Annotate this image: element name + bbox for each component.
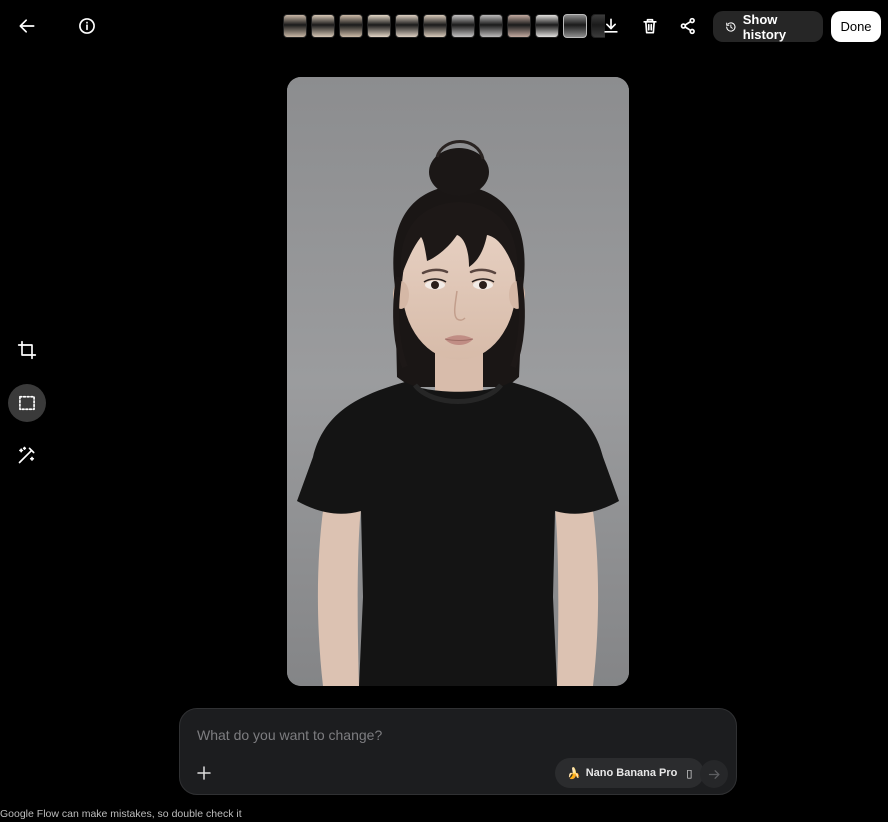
- arrow-left-icon: [19, 19, 35, 33]
- plus-icon: [197, 766, 211, 780]
- model-selector-button[interactable]: 🍌 Nano Banana Pro ▯: [555, 758, 705, 788]
- download-button[interactable]: [592, 7, 630, 45]
- add-attachment-button[interactable]: [191, 760, 217, 786]
- delete-button[interactable]: [631, 7, 669, 45]
- send-button[interactable]: [700, 760, 728, 788]
- history-thumbnail[interactable]: [367, 14, 391, 38]
- info-icon: [79, 18, 95, 34]
- share-button[interactable]: [669, 7, 707, 45]
- magic-edit-tool-button[interactable]: [8, 436, 46, 474]
- history-thumbnail[interactable]: [507, 14, 531, 38]
- show-history-label: Show history: [742, 11, 787, 42]
- done-button[interactable]: Done: [831, 11, 881, 42]
- crop-tool-button[interactable]: [8, 331, 46, 369]
- prompt-composer: 🍌 Nano Banana Pro ▯: [179, 708, 737, 795]
- select-area-tool-button[interactable]: [8, 384, 46, 422]
- download-icon: [604, 18, 618, 33]
- history-thumbnail[interactable]: [451, 14, 475, 38]
- history-thumbnail[interactable]: [479, 14, 503, 38]
- prompt-input[interactable]: [195, 723, 719, 747]
- share-icon: [680, 17, 695, 35]
- banana-icon: 🍌: [567, 767, 581, 780]
- arrow-right-icon: [708, 769, 719, 779]
- history-icon: [726, 21, 736, 32]
- history-thumbnail[interactable]: [563, 14, 587, 38]
- magic-edit-icon: [18, 446, 35, 464]
- history-thumbnail[interactable]: [339, 14, 363, 38]
- show-history-button[interactable]: Show history: [713, 11, 823, 42]
- generated-portrait-image: [287, 77, 629, 686]
- portrait-illustration: [287, 77, 629, 686]
- history-thumbnail[interactable]: [283, 14, 307, 38]
- history-thumbnail[interactable]: [395, 14, 419, 38]
- history-thumbnail[interactable]: [535, 14, 559, 38]
- history-thumbnail-strip: [283, 14, 605, 40]
- disclaimer-text: Google Flow can make mistakes, so double…: [0, 808, 242, 820]
- select-area-icon: [19, 395, 35, 411]
- crop-icon: [17, 340, 37, 360]
- history-thumbnail[interactable]: [423, 14, 447, 38]
- info-button[interactable]: [68, 7, 106, 45]
- history-thumbnail[interactable]: [311, 14, 335, 38]
- model-suffix-icon: ▯: [686, 767, 693, 780]
- model-label: Nano Banana Pro: [585, 767, 678, 779]
- back-button[interactable]: [8, 7, 46, 45]
- trash-icon: [643, 18, 657, 34]
